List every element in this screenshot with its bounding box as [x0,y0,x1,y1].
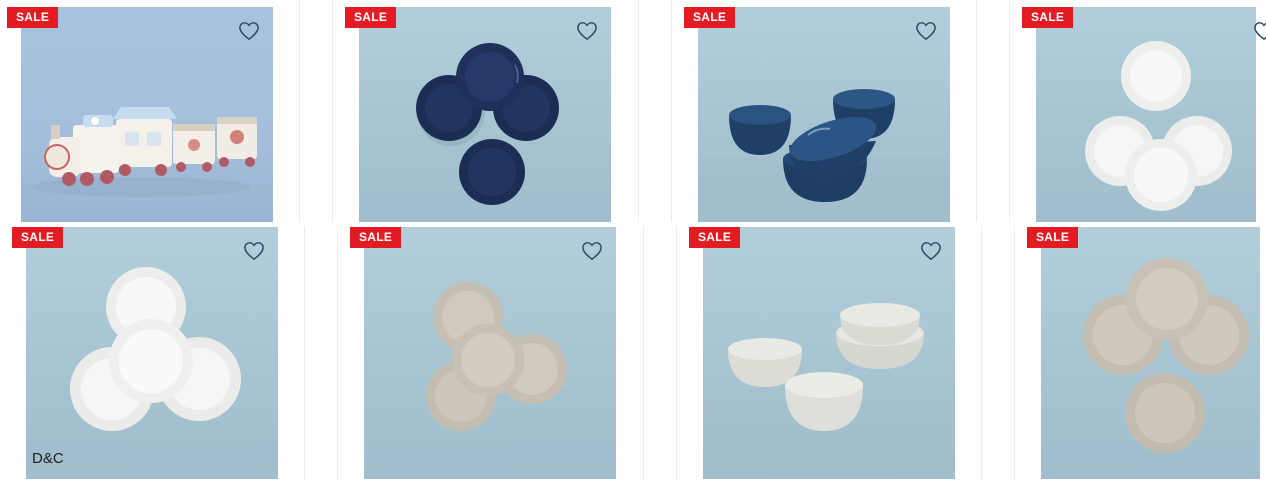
product-image[interactable] [21,7,273,222]
sale-badge: SALE [689,227,741,248]
column-divider [1014,226,1015,480]
column-divider [643,226,644,480]
product-card[interactable]: SALE [0,0,299,224]
heart-outline-icon[interactable] [576,21,598,41]
grey-dinner-plates-illustration [1083,258,1249,453]
sale-badge: SALE [1022,7,1074,28]
column-divider [976,0,977,222]
heart-outline-icon[interactable] [581,241,603,261]
column-divider [638,0,639,222]
heart-outline-icon[interactable] [920,241,942,261]
product-card[interactable]: SALE D&C [5,226,304,482]
product-card[interactable]: SALE [682,226,981,482]
white-dinner-plates-illustration [70,267,241,431]
white-plates-illustration [1085,41,1232,211]
navy-bowls-illustration [698,89,950,222]
column-divider [299,0,300,222]
sale-badge: SALE [684,7,736,28]
sale-badge: SALE [1027,227,1079,248]
sale-badge: SALE [345,7,397,28]
product-image[interactable] [359,7,611,222]
column-divider [981,226,982,480]
grey-plates-illustration [426,282,567,431]
column-divider [332,0,333,222]
product-card[interactable]: SALE [677,0,976,224]
column-divider [304,226,305,480]
product-card[interactable]: SALE [1015,0,1266,224]
brand-watermark: D&C [32,450,64,467]
heart-outline-icon[interactable] [915,21,937,41]
column-divider [676,226,677,480]
heart-outline-icon[interactable] [243,241,265,261]
column-divider [1009,0,1010,222]
product-card[interactable]: SALE [338,0,638,224]
product-image[interactable] [1036,7,1256,222]
product-image[interactable] [26,227,278,479]
sale-badge: SALE [12,227,64,248]
heart-outline-icon[interactable] [1253,21,1266,41]
product-image[interactable] [364,227,616,479]
product-image[interactable] [1041,227,1260,479]
heart-outline-icon[interactable] [238,21,260,41]
column-divider [671,0,672,222]
product-image[interactable] [703,227,955,479]
column-divider [337,226,338,480]
navy-plates-illustration [416,43,559,205]
sale-badge: SALE [7,7,59,28]
product-card[interactable]: SALE [343,226,643,482]
sale-badge: SALE [350,227,402,248]
train-set-illustration [31,107,257,197]
product-image[interactable] [698,7,950,222]
cream-bowls-illustration [703,303,955,479]
product-card[interactable]: SALE [1020,226,1266,482]
